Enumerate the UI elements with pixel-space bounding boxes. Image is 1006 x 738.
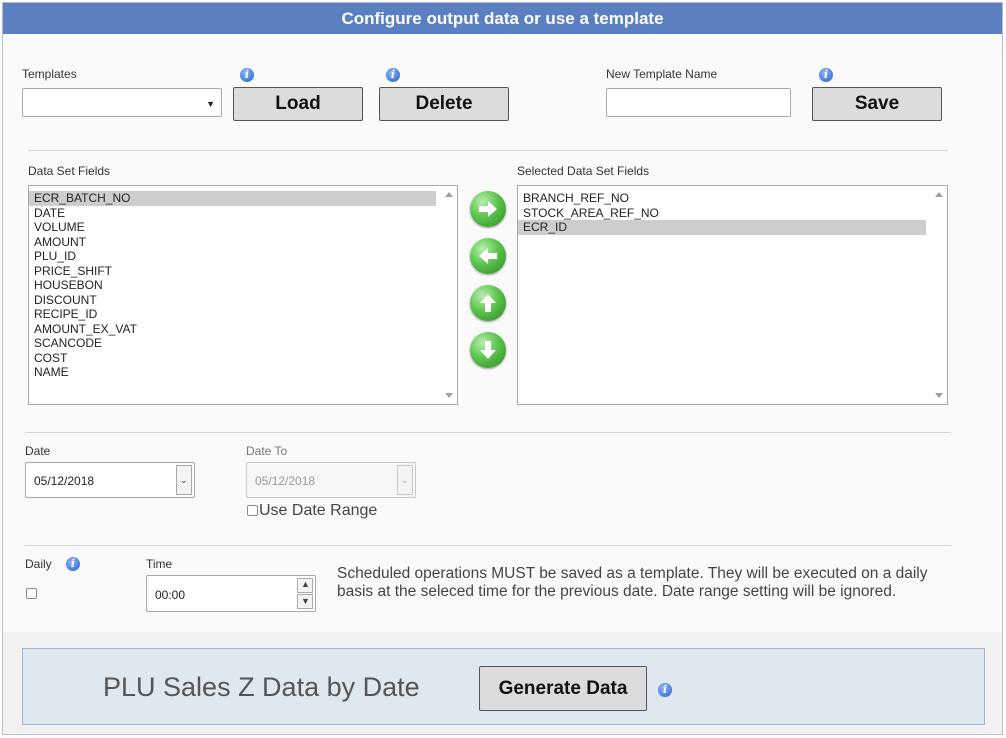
date-to-select[interactable]: 05/12/2018 ⌄ (246, 462, 416, 498)
new-template-name-label: New Template Name (606, 67, 718, 81)
chevron-down-icon: ▼ (301, 596, 310, 606)
list-scrollbar[interactable] (442, 187, 456, 403)
templates-label: Templates (22, 67, 77, 81)
date-select[interactable]: 05/12/2018 ⌄ (25, 462, 195, 498)
info-icon[interactable]: i (66, 557, 80, 571)
list-item[interactable]: COST (29, 351, 436, 366)
list-item[interactable]: STOCK_AREA_REF_NO (518, 206, 926, 221)
daily-checkbox[interactable] (26, 588, 37, 599)
scroll-up-icon[interactable] (935, 192, 943, 197)
divider (25, 545, 951, 546)
chevron-up-icon: ▲ (301, 579, 310, 589)
selected-data-set-fields-label: Selected Data Set Fields (517, 164, 650, 178)
generate-data-button[interactable]: Generate Data (479, 666, 647, 711)
save-button[interactable]: Save (812, 87, 942, 121)
info-icon[interactable]: i (658, 683, 672, 697)
info-icon[interactable]: i (819, 68, 833, 82)
templates-select[interactable]: ▼ (22, 88, 222, 117)
list-item[interactable]: RECIPE_ID (29, 307, 436, 322)
list-item[interactable]: DISCOUNT (29, 293, 436, 308)
time-input[interactable]: 00:00 ▲ ▼ (146, 575, 316, 612)
chevron-down-icon: ⌄ (180, 475, 188, 485)
date-dropdown-toggle[interactable]: ⌄ (176, 465, 192, 495)
list-item[interactable]: SCANCODE (29, 336, 436, 351)
daily-label: Daily (25, 557, 52, 571)
use-date-range-checkbox[interactable] (247, 505, 258, 516)
arrow-left-icon (479, 248, 497, 264)
time-decrement-button[interactable]: ▼ (297, 594, 313, 609)
divider (25, 432, 951, 433)
list-item[interactable]: PRICE_SHIFT (29, 264, 436, 279)
scroll-down-icon[interactable] (445, 393, 453, 398)
chevron-down-icon: ⌄ (401, 475, 409, 485)
dialog-title: Configure output data or use a template (3, 3, 1002, 34)
list-scrollbar[interactable] (932, 187, 946, 403)
arrow-right-icon (479, 201, 497, 217)
list-item[interactable]: DATE (29, 206, 436, 221)
list-item[interactable]: PLU_ID (29, 249, 436, 264)
data-set-fields-label: Data Set Fields (28, 164, 111, 178)
move-down-button[interactable] (470, 332, 506, 368)
report-title: PLU Sales Z Data by Date (103, 672, 420, 702)
info-icon[interactable]: i (240, 68, 254, 82)
new-template-name-input[interactable] (606, 88, 791, 117)
move-up-button[interactable] (470, 285, 506, 321)
move-right-button[interactable] (470, 191, 506, 227)
list-item[interactable]: ECR_ID (518, 220, 926, 235)
list-item[interactable]: AMOUNT_EX_VAT (29, 322, 436, 337)
list-item[interactable]: ECR_BATCH_NO (29, 191, 436, 206)
date-to-value: 05/12/2018 (255, 474, 316, 488)
selected-data-set-fields-list[interactable]: BRANCH_REF_NO STOCK_AREA_REF_NO ECR_ID (517, 185, 948, 405)
use-date-range-label: Use Date Range (259, 502, 378, 519)
date-to-label: Date To (246, 444, 288, 458)
info-icon[interactable]: i (386, 68, 400, 82)
list-item[interactable]: BRANCH_REF_NO (518, 191, 926, 206)
arrow-up-icon (480, 294, 496, 312)
list-item[interactable]: VOLUME (29, 220, 436, 235)
time-label: Time (146, 557, 173, 571)
arrow-down-icon (480, 341, 496, 359)
date-to-dropdown-toggle[interactable]: ⌄ (397, 465, 413, 495)
scroll-down-icon[interactable] (935, 393, 943, 398)
date-value: 05/12/2018 (34, 474, 95, 488)
list-item[interactable]: NAME (29, 365, 436, 380)
delete-button[interactable]: Delete (379, 87, 509, 121)
date-label: Date (25, 444, 51, 458)
list-item[interactable]: AMOUNT (29, 235, 436, 250)
load-button[interactable]: Load (233, 87, 363, 121)
chevron-down-icon: ▼ (206, 99, 215, 109)
data-set-fields-list[interactable]: ECR_BATCH_NO DATE VOLUME AMOUNT PLU_ID PRICE_… (28, 185, 458, 405)
list-item[interactable]: HOUSEBON (29, 278, 436, 293)
move-left-button[interactable] (470, 238, 506, 274)
divider (28, 150, 948, 151)
scroll-up-icon[interactable] (445, 192, 453, 197)
time-increment-button[interactable]: ▲ (297, 578, 313, 593)
time-value: 00:00 (155, 588, 186, 602)
schedule-note: Scheduled operations MUST be saved as a … (337, 565, 928, 600)
